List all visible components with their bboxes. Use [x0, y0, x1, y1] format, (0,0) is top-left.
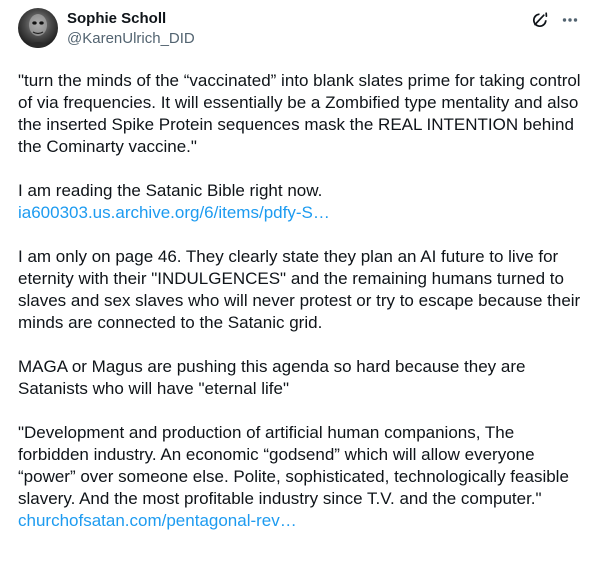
tweet-header: Sophie Scholl @KarenUlrich_DID: [18, 8, 582, 56]
churchofsatan-link[interactable]: churchofsatan.com/pentagonal-rev…: [18, 511, 297, 530]
tweet-actions: [530, 10, 580, 30]
more-options-icon[interactable]: [560, 10, 580, 30]
tweet-paragraph-2: I am reading the Satanic Bible right now…: [18, 180, 588, 224]
tweet-paragraph-3: I am only on page 46. They clearly state…: [18, 247, 581, 332]
tweet-paragraph-5-text: "Development and production of artificia…: [18, 423, 569, 508]
grok-icon[interactable]: [530, 10, 550, 30]
tweet-paragraph-4: MAGA or Magus are pushing this agenda so…: [18, 357, 526, 398]
author-names: Sophie Scholl @KarenUlrich_DID: [67, 10, 195, 49]
tweet-paragraph-2-text: I am reading the Satanic Bible right now…: [18, 181, 323, 200]
tweet: Sophie Scholl @KarenUlrich_DID "turn the…: [0, 0, 598, 573]
tweet-text: "turn the minds of the “vaccinated” into…: [18, 70, 588, 532]
archive-link[interactable]: ia600303.us.archive.org/6/items/pdfy-S…: [18, 203, 330, 222]
author-display-name[interactable]: Sophie Scholl: [67, 10, 195, 28]
tweet-paragraph-5: "Development and production of artificia…: [18, 422, 588, 532]
author-handle[interactable]: @KarenUlrich_DID: [67, 29, 195, 49]
tweet-paragraph-1: "turn the minds of the “vaccinated” into…: [18, 71, 581, 156]
avatar[interactable]: [18, 8, 58, 48]
